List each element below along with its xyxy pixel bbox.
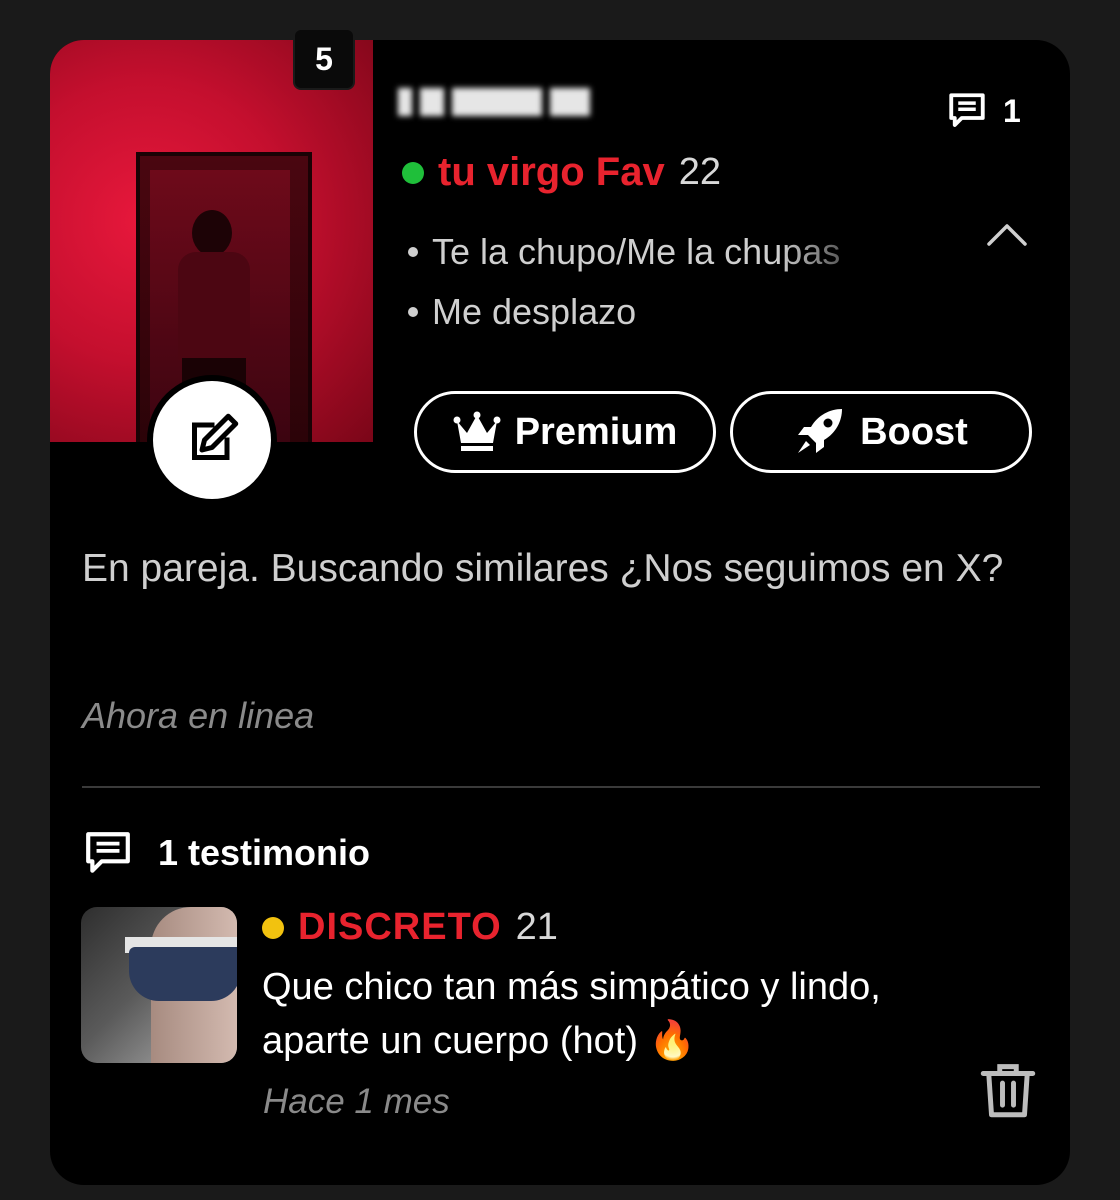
photo-person-body <box>178 252 250 362</box>
edit-icon <box>192 413 239 460</box>
profile-bio: En pareja. Buscando similares ¿Nos segui… <box>82 547 1004 590</box>
rocket-icon <box>798 409 843 453</box>
edit-profile-button[interactable] <box>147 375 277 505</box>
username-redacted <box>398 84 590 120</box>
profile-nickname: tu virgo Fav <box>438 150 665 194</box>
profile-age: 22 <box>678 151 721 193</box>
profile-tags: Te la chupo/Me la chupas Me desplazo <box>408 222 840 342</box>
message-count: 1 <box>1003 92 1021 129</box>
testimonials-count: 1 testimonio <box>158 832 371 873</box>
profile-title-row: tu virgo Fav 22 <box>402 150 721 195</box>
trash-icon[interactable] <box>975 1057 1041 1123</box>
photo-person-head <box>192 210 232 256</box>
tag-item: Me desplazo <box>408 282 840 342</box>
crown-icon <box>453 411 501 451</box>
author-status-indicator <box>262 916 284 939</box>
comment-icon <box>86 832 130 873</box>
premium-button[interactable]: Premium <box>414 391 716 473</box>
message-counter[interactable]: 1 <box>945 90 1021 132</box>
testimonial-author[interactable]: DISCRETO <box>298 906 502 949</box>
testimonial-author-row: DISCRETO 21 <box>262 906 558 949</box>
photo-count-badge[interactable]: 5 <box>293 28 355 90</box>
online-indicator <box>402 161 424 184</box>
tag-item: Te la chupo/Me la chupas <box>408 222 840 282</box>
testimonials-header: 1 testimonio <box>82 828 370 878</box>
boost-label: Boost <box>860 410 968 453</box>
testimonial-avatar[interactable] <box>81 907 237 1063</box>
message-icon <box>949 93 985 127</box>
testimonial-author-age: 21 <box>515 906 558 948</box>
chevron-up-icon[interactable] <box>985 220 1029 250</box>
testimonial-text: Que chico tan más simpático y lindo, apa… <box>262 966 881 1062</box>
divider <box>82 786 1040 788</box>
profile-card: 5 1 tu virgo Fav 22 Te la chupo/Me la ch… <box>50 28 1070 1185</box>
online-status: Ahora en linea <box>82 695 315 736</box>
premium-label: Premium <box>514 410 678 453</box>
testimonial-time: Hace 1 mes <box>263 1082 450 1121</box>
boost-button[interactable]: Boost <box>730 391 1032 473</box>
